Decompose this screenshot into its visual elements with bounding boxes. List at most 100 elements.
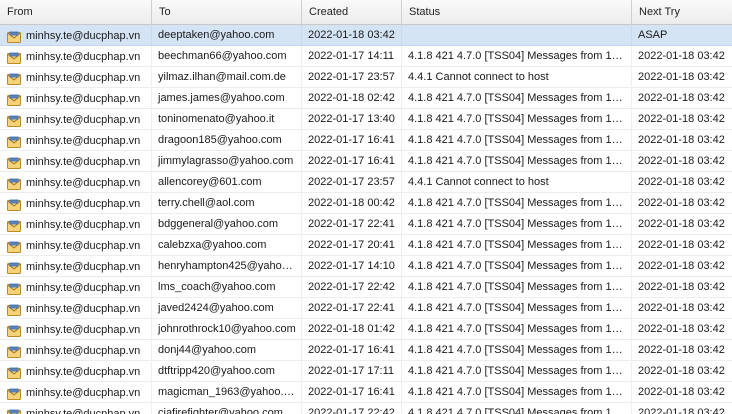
table-row[interactable]: minhsy.te@ducphap.vn johnrothrock10@yaho… bbox=[0, 319, 732, 340]
cell-next-try: 2022-01-18 03:42 bbox=[638, 260, 725, 272]
envelope-icon bbox=[7, 240, 21, 253]
envelope-icon bbox=[7, 303, 21, 316]
cell-next-try: 2022-01-18 03:42 bbox=[638, 407, 725, 414]
from-address: minhsy.te@ducphap.vn bbox=[26, 218, 141, 231]
cell-from: minhsy.te@ducphap.vn bbox=[0, 67, 152, 88]
cell-to: yilmaz.ilhan@mail.com.de bbox=[152, 67, 302, 88]
envelope-icon bbox=[7, 261, 21, 274]
cell-status: 4.1.8 421 4.7.0 [TSS04] Messages from 1… bbox=[402, 214, 632, 235]
table-row[interactable]: minhsy.te@ducphap.vn jimmylagrasso@yahoo… bbox=[0, 151, 732, 172]
cell-next-try: 2022-01-18 03:42 bbox=[638, 134, 725, 146]
table-row[interactable]: minhsy.te@ducphap.vn cjafirefighter@yaho… bbox=[0, 403, 732, 414]
table-row[interactable]: minhsy.te@ducphap.vn bdggeneral@yahoo.co… bbox=[0, 214, 732, 235]
cell-to: toninomenato@yahoo.it bbox=[152, 109, 302, 130]
cell-next-try: 2022-01-18 03:42 bbox=[638, 197, 725, 209]
cell-status: 4.1.8 421 4.7.0 [TSS04] Messages from 1… bbox=[402, 193, 632, 214]
from-address: minhsy.te@ducphap.vn bbox=[26, 386, 141, 399]
cell-from: minhsy.te@ducphap.vn bbox=[0, 361, 152, 382]
table-row[interactable]: minhsy.te@ducphap.vn magicman_1963@yahoo… bbox=[0, 382, 732, 403]
cell-from: minhsy.te@ducphap.vn bbox=[0, 193, 152, 214]
column-header-status[interactable]: Status bbox=[402, 0, 632, 25]
mail-queue-grid: From To Created Status Next Try minhsy.t… bbox=[0, 0, 732, 414]
from-address: minhsy.te@ducphap.vn bbox=[26, 302, 141, 315]
cell-from: minhsy.te@ducphap.vn bbox=[0, 298, 152, 319]
cell-created: 2022-01-17 14:10 bbox=[302, 256, 402, 277]
cell-status: 4.1.8 421 4.7.0 [TSS04] Messages from 1… bbox=[402, 235, 632, 256]
cell-from: minhsy.te@ducphap.vn bbox=[0, 88, 152, 109]
from-address: minhsy.te@ducphap.vn bbox=[26, 155, 141, 168]
from-address: minhsy.te@ducphap.vn bbox=[26, 134, 141, 147]
cell-from: minhsy.te@ducphap.vn bbox=[0, 382, 152, 403]
cell-to: henryhampton425@yaho… bbox=[152, 256, 302, 277]
envelope-icon bbox=[7, 345, 21, 358]
table-row[interactable]: minhsy.te@ducphap.vn deeptaken@yahoo.com… bbox=[0, 25, 732, 46]
cell-next-try: 2022-01-18 03:42 bbox=[638, 302, 725, 314]
cell-created: 2022-01-17 23:57 bbox=[302, 67, 402, 88]
table-row[interactable]: minhsy.te@ducphap.vn henryhampton425@yah… bbox=[0, 256, 732, 277]
column-header-created[interactable]: Created bbox=[302, 0, 402, 25]
cell-status: 4.4.1 Cannot connect to host bbox=[402, 172, 632, 193]
cell-next-try: 2022-01-18 03:42 bbox=[638, 281, 725, 293]
cell-from: minhsy.te@ducphap.vn bbox=[0, 172, 152, 193]
cell-status: 4.1.8 421 4.7.0 [TSS04] Messages from 1… bbox=[402, 403, 632, 414]
cell-status: 4.1.8 421 4.7.0 [TSS04] Messages from 1… bbox=[402, 277, 632, 298]
table-row[interactable]: minhsy.te@ducphap.vn javed2424@yahoo.com… bbox=[0, 298, 732, 319]
cell-status: 4.1.8 421 4.7.0 [TSS04] Messages from 1… bbox=[402, 256, 632, 277]
cell-from: minhsy.te@ducphap.vn bbox=[0, 340, 152, 361]
cell-to: allencorey@601.com bbox=[152, 172, 302, 193]
table-row[interactable]: minhsy.te@ducphap.vn calebzxa@yahoo.com … bbox=[0, 235, 732, 256]
from-address: minhsy.te@ducphap.vn bbox=[26, 71, 141, 84]
envelope-icon bbox=[7, 177, 21, 190]
table-row[interactable]: minhsy.te@ducphap.vn dtftripp420@yahoo.c… bbox=[0, 361, 732, 382]
cell-status: 4.1.8 421 4.7.0 [TSS04] Messages from 1… bbox=[402, 382, 632, 403]
envelope-icon bbox=[7, 51, 21, 64]
cell-next-try: 2022-01-18 03:42 bbox=[638, 50, 725, 62]
table-row[interactable]: minhsy.te@ducphap.vn terry.chell@aol.com… bbox=[0, 193, 732, 214]
table-row[interactable]: minhsy.te@ducphap.vn james.james@yahoo.c… bbox=[0, 88, 732, 109]
cell-status: 4.1.8 421 4.7.0 [TSS04] Messages from 1… bbox=[402, 298, 632, 319]
column-header-to[interactable]: To bbox=[152, 0, 302, 25]
envelope-icon bbox=[7, 282, 21, 295]
cell-next-try: ASAP bbox=[638, 29, 668, 41]
from-address: minhsy.te@ducphap.vn bbox=[26, 344, 141, 357]
cell-from: minhsy.te@ducphap.vn bbox=[0, 256, 152, 277]
cell-status: 4.1.8 421 4.7.0 [TSS04] Messages from 1… bbox=[402, 46, 632, 67]
table-row[interactable]: minhsy.te@ducphap.vn donj44@yahoo.com 20… bbox=[0, 340, 732, 361]
table-row[interactable]: minhsy.te@ducphap.vn dragoon185@yahoo.co… bbox=[0, 130, 732, 151]
envelope-icon bbox=[7, 387, 21, 400]
from-address: minhsy.te@ducphap.vn bbox=[26, 197, 141, 210]
cell-created: 2022-01-17 22:41 bbox=[302, 298, 402, 319]
from-address: minhsy.te@ducphap.vn bbox=[26, 407, 141, 414]
table-row[interactable]: minhsy.te@ducphap.vn beechman66@yahoo.co… bbox=[0, 46, 732, 67]
cell-next-try: 2022-01-18 03:42 bbox=[638, 365, 725, 377]
cell-next-try: 2022-01-18 03:42 bbox=[638, 113, 725, 125]
cell-from: minhsy.te@ducphap.vn bbox=[0, 235, 152, 256]
cell-to: james.james@yahoo.com bbox=[152, 88, 302, 109]
table-row[interactable]: minhsy.te@ducphap.vn toninomenato@yahoo.… bbox=[0, 109, 732, 130]
cell-from: minhsy.te@ducphap.vn bbox=[0, 46, 152, 67]
cell-to: terry.chell@aol.com bbox=[152, 193, 302, 214]
column-header-from[interactable]: From bbox=[0, 0, 152, 25]
cell-from: minhsy.te@ducphap.vn bbox=[0, 130, 152, 151]
cell-next-try: 2022-01-18 03:42 bbox=[638, 344, 725, 356]
envelope-icon bbox=[7, 114, 21, 127]
table-row[interactable]: minhsy.te@ducphap.vn yilmaz.ilhan@mail.c… bbox=[0, 67, 732, 88]
envelope-icon bbox=[7, 156, 21, 169]
grid-body: minhsy.te@ducphap.vn deeptaken@yahoo.com… bbox=[0, 25, 732, 414]
cell-from: minhsy.te@ducphap.vn bbox=[0, 25, 152, 46]
table-row[interactable]: minhsy.te@ducphap.vn allencorey@601.com … bbox=[0, 172, 732, 193]
cell-created: 2022-01-17 14:11 bbox=[302, 46, 402, 67]
cell-created: 2022-01-17 22:42 bbox=[302, 403, 402, 414]
cell-next-try: 2022-01-18 03:42 bbox=[638, 71, 725, 83]
table-row[interactable]: minhsy.te@ducphap.vn lms_coach@yahoo.com… bbox=[0, 277, 732, 298]
cell-created: 2022-01-17 23:57 bbox=[302, 172, 402, 193]
cell-created: 2022-01-17 17:11 bbox=[302, 361, 402, 382]
cell-next-try: 2022-01-18 03:42 bbox=[638, 386, 725, 398]
column-header-next-try[interactable]: Next Try bbox=[632, 0, 732, 25]
cell-from: minhsy.te@ducphap.vn bbox=[0, 151, 152, 172]
cell-created: 2022-01-17 16:41 bbox=[302, 151, 402, 172]
grid-header: From To Created Status Next Try bbox=[0, 0, 732, 25]
cell-to: beechman66@yahoo.com bbox=[152, 46, 302, 67]
cell-to: lms_coach@yahoo.com bbox=[152, 277, 302, 298]
cell-status: 4.1.8 421 4.7.0 [TSS04] Messages from 1… bbox=[402, 88, 632, 109]
